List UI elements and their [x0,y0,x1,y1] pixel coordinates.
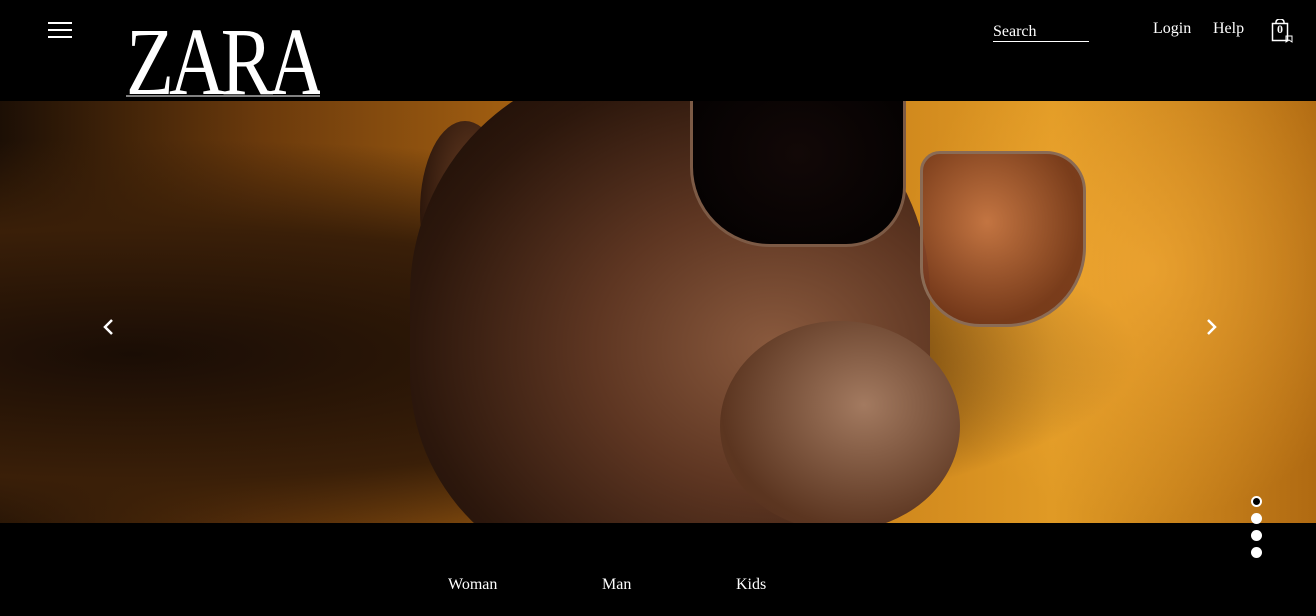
carousel-dot-3[interactable] [1251,530,1262,541]
chevron-right-icon [1207,319,1217,335]
help-link[interactable]: Help [1213,20,1244,38]
sunglasses-lens-right [920,151,1086,327]
site-header: ZARA Search Login Help 0 [0,0,1316,101]
chevron-left-icon [103,319,113,335]
carousel-dot-4[interactable] [1251,547,1262,558]
nav-item-woman[interactable]: Woman [448,576,497,594]
carousel-pagination [1251,496,1263,564]
hero-model-chin [720,321,960,523]
carousel-dot-2[interactable] [1251,513,1262,524]
hamburger-menu-icon[interactable] [48,19,74,41]
menu-line [48,36,72,38]
carousel-next-button[interactable] [1202,316,1222,338]
carousel-dot-1[interactable] [1251,496,1262,507]
search-link[interactable]: Search [993,22,1089,42]
menu-line [48,29,72,31]
zara-logo-mark: ZARA [126,14,320,98]
carousel-prev-button[interactable] [100,316,120,338]
bag-count: 0 [1277,22,1283,36]
login-link[interactable]: Login [1153,20,1191,38]
sunglasses-lens-left [690,101,906,247]
menu-line [48,22,72,24]
nav-item-man[interactable]: Man [602,576,631,594]
zara-logo[interactable]: ZARA [126,14,320,98]
shopping-bag-button[interactable]: 0 [1271,19,1295,43]
logo-text: ZARA [126,14,320,98]
category-nav: Woman Man Kids [0,523,1316,616]
nav-item-kids[interactable]: Kids [736,576,766,594]
campaign-hero-image[interactable] [0,101,1316,523]
